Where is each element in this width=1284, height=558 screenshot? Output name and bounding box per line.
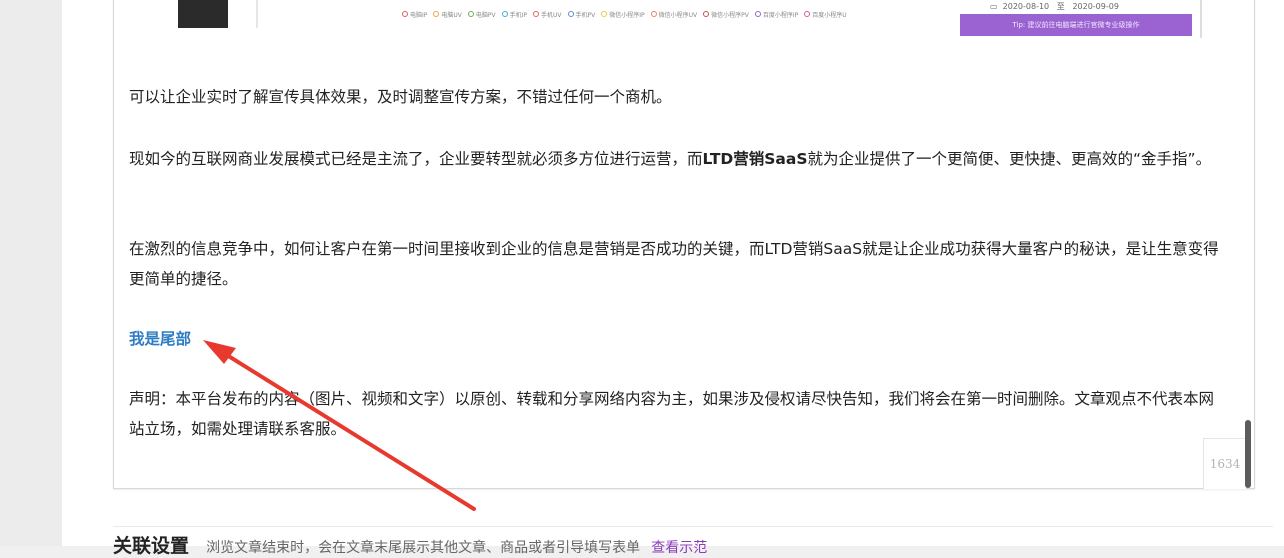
arrow-head (203, 340, 236, 364)
red-arrow-annotation (203, 340, 476, 511)
arrow-shaft (220, 350, 476, 511)
